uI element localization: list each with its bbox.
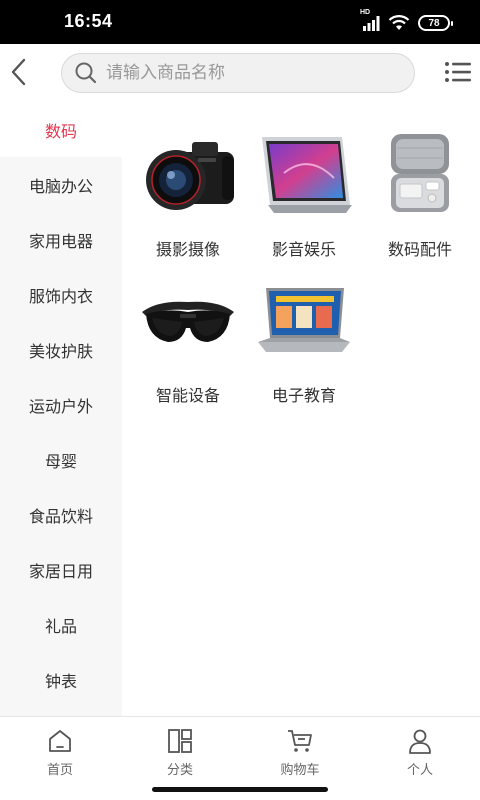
search-input[interactable] (106, 63, 396, 83)
sidebar-item-baby[interactable]: 母婴 (0, 432, 122, 487)
subcategory-digital-accessories[interactable]: 数码配件 (362, 130, 478, 260)
sidebar-item-digital[interactable]: 数码 (0, 102, 122, 157)
tab-label: 购物车 (280, 763, 320, 778)
sidebar-item-watches[interactable]: 钟表 (0, 652, 122, 707)
tab-label: 个人 (406, 763, 433, 778)
list-menu-button[interactable] (444, 58, 472, 86)
subcategory-label: 摄影摄像 (155, 240, 220, 259)
category-icon (168, 729, 192, 753)
tab-profile[interactable]: 个人 (360, 717, 480, 800)
subcategory-label: 电子教育 (271, 386, 336, 405)
list-icon (445, 62, 471, 82)
category-sidebar: 数码 电脑办公 家用电器 服饰内衣 美妆护肤 运动户外 母婴 食品饮料 家居日用… (0, 102, 122, 716)
subcategory-label: 智能设备 (155, 386, 220, 405)
status-time: 16:54 (64, 11, 113, 31)
battery-level: 78 (428, 17, 440, 29)
sidebar-item-computer-office[interactable]: 电脑办公 (0, 157, 122, 212)
tab-label: 首页 (46, 763, 73, 778)
sidebar-item-gifts[interactable]: 礼品 (0, 597, 122, 652)
subcategory-label: 影音娱乐 (271, 240, 336, 259)
home-indicator[interactable] (152, 787, 328, 792)
search-header (0, 44, 480, 102)
user-icon (409, 729, 431, 754)
signal-icon: HD (360, 9, 380, 31)
status-icons: HD 78 (360, 9, 453, 32)
vr-glasses-image (130, 276, 246, 364)
search-icon (74, 61, 98, 85)
back-button[interactable] (4, 54, 34, 90)
chevron-left-icon (11, 58, 26, 86)
sidebar-item-home-appliances[interactable]: 家用电器 (0, 212, 122, 267)
tab-label: 分类 (166, 763, 193, 778)
sidebar-item-beauty[interactable]: 美妆护肤 (0, 322, 122, 377)
subcategory-e-education[interactable]: 电子教育 (246, 276, 362, 406)
sidebar-item-food[interactable]: 食品饮料 (0, 487, 122, 542)
accessory-case-image (362, 130, 478, 218)
tab-home[interactable]: 首页 (0, 717, 120, 800)
sidebar-item-home-daily[interactable]: 家居日用 (0, 542, 122, 597)
subcategory-smart-devices[interactable]: 智能设备 (130, 276, 246, 406)
battery-icon: 78 (418, 15, 453, 31)
subcategory-label: 数码配件 (387, 240, 452, 259)
wifi-icon (388, 15, 410, 31)
cart-icon (288, 730, 312, 752)
sidebar-item-apparel[interactable]: 服饰内衣 (0, 267, 122, 322)
sidebar-item-sports[interactable]: 运动户外 (0, 377, 122, 432)
network-type-label: HD (360, 9, 371, 16)
subcategory-photography[interactable]: 摄影摄像 (130, 130, 246, 260)
education-laptop-image (246, 276, 362, 364)
search-bar[interactable] (61, 53, 415, 93)
subcategory-grid: 摄影摄像 影音娱乐 数码配件 智能设备 电子教育 (122, 102, 480, 716)
subcategory-audio-video[interactable]: 影音娱乐 (246, 130, 362, 260)
camera-image (130, 130, 246, 218)
status-bar: 16:54 HD 78 (0, 0, 480, 44)
tablet-image (246, 130, 362, 218)
home-icon (49, 730, 71, 752)
